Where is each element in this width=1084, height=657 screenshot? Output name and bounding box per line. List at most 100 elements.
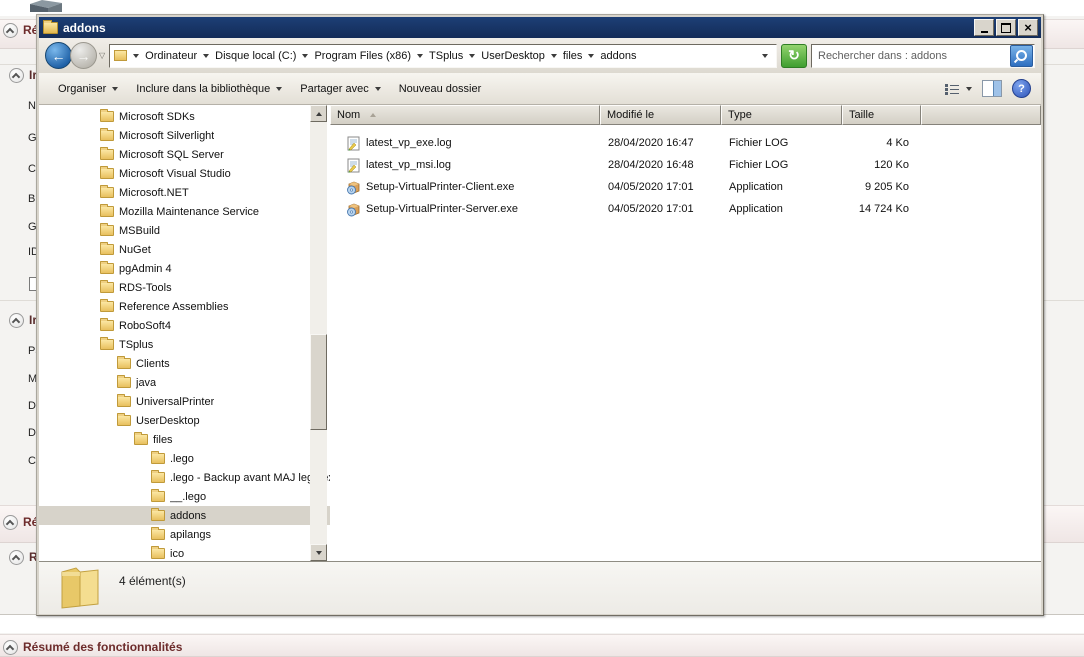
toolbar-button-inclure-dans-la-biblioth-que[interactable]: Inclure dans la bibliothèque <box>127 78 291 100</box>
folder-icon <box>151 548 165 559</box>
preview-pane-button[interactable] <box>982 80 1002 97</box>
column-header-name[interactable]: Nom <box>330 105 600 125</box>
log-file-icon <box>346 158 361 173</box>
folder-icon <box>151 453 165 464</box>
help-button[interactable]: ? <box>1012 79 1031 98</box>
search-box[interactable]: Rechercher dans : addons <box>811 44 1035 68</box>
close-icon: × <box>1024 23 1032 33</box>
breadcrumb-segment[interactable]: Program Files (x86) <box>311 48 414 64</box>
tree-item[interactable]: .lego - Backup avant MAJ lego ex <box>39 468 330 487</box>
folder-icon <box>117 415 131 426</box>
breadcrumb-arrow-icon[interactable] <box>588 54 594 58</box>
history-dropdown-icon[interactable]: ▽ <box>99 51 105 60</box>
change-view-button[interactable] <box>944 82 972 96</box>
file-row[interactable]: Setup-VirtualPrinter-Server.exe 04/05/20… <box>330 198 1041 220</box>
tree-item[interactable]: Reference Assemblies <box>39 297 330 316</box>
folder-icon <box>117 377 131 388</box>
tree-item[interactable]: files <box>39 430 330 449</box>
search-input[interactable]: Rechercher dans : addons <box>812 50 1009 62</box>
folder-icon <box>117 396 131 407</box>
address-dropdown-icon[interactable] <box>762 54 768 58</box>
tree-item[interactable]: TSplus <box>39 335 330 354</box>
triangle-up-icon <box>316 112 322 116</box>
search-button[interactable] <box>1010 45 1033 67</box>
window-title: addons <box>63 21 972 35</box>
tree-item[interactable]: pgAdmin 4 <box>39 259 330 278</box>
search-icon <box>1016 50 1027 61</box>
column-header-empty[interactable] <box>921 105 1041 125</box>
tree-item[interactable]: apilangs <box>39 525 330 544</box>
tree-item[interactable]: Microsoft SQL Server <box>39 145 330 164</box>
folder-icon <box>151 472 165 483</box>
tree-item[interactable]: addons <box>39 506 330 525</box>
breadcrumb-arrow-icon[interactable] <box>133 54 139 58</box>
tree-item[interactable]: ico <box>39 544 330 561</box>
large-folder-icon <box>56 564 106 610</box>
collapse-toggle-icon[interactable] <box>9 550 24 565</box>
breadcrumb-arrow-icon[interactable] <box>302 54 308 58</box>
sort-ascending-icon <box>370 113 376 117</box>
tree-item[interactable]: .lego <box>39 449 330 468</box>
maximize-button[interactable] <box>996 19 1016 36</box>
toolbar-button-partager-avec[interactable]: Partager avec <box>291 78 389 100</box>
file-row[interactable]: latest_vp_exe.log 28/04/2020 16:47 Fichi… <box>330 132 1041 154</box>
scroll-down-button[interactable] <box>310 544 327 561</box>
tree-item[interactable]: UniversalPrinter <box>39 392 330 411</box>
breadcrumb-arrow-icon[interactable] <box>469 54 475 58</box>
folder-icon <box>100 168 114 179</box>
tree-item[interactable]: MSBuild <box>39 221 330 240</box>
explorer-window: addons × ← → ▽ Ordinateur Disque local (C… <box>36 14 1044 616</box>
details-pane: 4 élément(s) <box>39 561 1041 614</box>
tree-item[interactable]: Microsoft.NET <box>39 183 330 202</box>
collapse-toggle-icon[interactable] <box>3 515 18 530</box>
minimize-button[interactable] <box>974 19 994 36</box>
tree-scrollbar[interactable] <box>310 105 327 561</box>
collapse-toggle-icon[interactable] <box>9 68 24 83</box>
tree-item[interactable]: RDS-Tools <box>39 278 330 297</box>
tree-item[interactable]: Microsoft SDKs <box>39 107 330 126</box>
toolbar-button-organiser[interactable]: Organiser <box>49 78 127 100</box>
scrollbar-thumb[interactable] <box>310 334 327 430</box>
folder-icon <box>117 358 131 369</box>
command-bar: OrganiserInclure dans la bibliothèquePar… <box>39 73 1041 105</box>
breadcrumb-segment[interactable]: TSplus <box>426 48 466 64</box>
file-row[interactable]: latest_vp_msi.log 28/04/2020 16:48 Fichi… <box>330 154 1041 176</box>
breadcrumb-segment[interactable]: Ordinateur <box>142 48 200 64</box>
tree-item[interactable]: Mozilla Maintenance Service <box>39 202 330 221</box>
tree-item[interactable]: RoboSoft4 <box>39 316 330 335</box>
main-area: Microsoft SDKs Microsoft Silverlight Mic… <box>39 105 1041 561</box>
collapse-toggle-icon[interactable] <box>3 640 18 655</box>
back-button[interactable]: ← <box>45 42 72 69</box>
forward-button[interactable]: → <box>70 42 97 69</box>
breadcrumb-segment[interactable]: files <box>560 48 586 64</box>
breadcrumb-arrow-icon[interactable] <box>203 54 209 58</box>
tree-item[interactable]: __.lego <box>39 487 330 506</box>
column-header-type[interactable]: Type <box>721 105 842 125</box>
folder-icon <box>100 187 114 198</box>
tree-item[interactable]: Microsoft Visual Studio <box>39 164 330 183</box>
file-row[interactable]: Setup-VirtualPrinter-Client.exe 04/05/20… <box>330 176 1041 198</box>
scroll-up-button[interactable] <box>310 105 327 122</box>
tree-item[interactable]: NuGet <box>39 240 330 259</box>
close-button[interactable]: × <box>1018 19 1038 36</box>
breadcrumb-segment[interactable]: Disque local (C:) <box>212 48 299 64</box>
chevron-down-icon <box>112 87 118 91</box>
tree-item[interactable]: Microsoft Silverlight <box>39 126 330 145</box>
chevron-down-icon <box>375 87 381 91</box>
title-bar[interactable]: addons × <box>39 17 1041 38</box>
column-header-modified[interactable]: Modifié le <box>600 105 721 125</box>
collapse-toggle-icon[interactable] <box>3 23 18 38</box>
tree-item[interactable]: java <box>39 373 330 392</box>
tree-item[interactable]: Clients <box>39 354 330 373</box>
column-header-size[interactable]: Taille <box>842 105 921 125</box>
breadcrumb[interactable]: Ordinateur Disque local (C:) Program Files… <box>109 44 777 68</box>
breadcrumb-segment[interactable]: addons <box>597 48 639 64</box>
breadcrumb-arrow-icon[interactable] <box>417 54 423 58</box>
breadcrumb-segment[interactable]: UserDesktop <box>478 48 548 64</box>
refresh-button[interactable]: ↻ <box>781 44 807 68</box>
collapse-toggle-icon[interactable] <box>9 313 24 328</box>
breadcrumb-arrow-icon[interactable] <box>551 54 557 58</box>
folder-tree: Microsoft SDKs Microsoft Silverlight Mic… <box>39 105 330 561</box>
toolbar-button-nouveau-dossier[interactable]: Nouveau dossier <box>390 78 491 100</box>
tree-item[interactable]: UserDesktop <box>39 411 330 430</box>
